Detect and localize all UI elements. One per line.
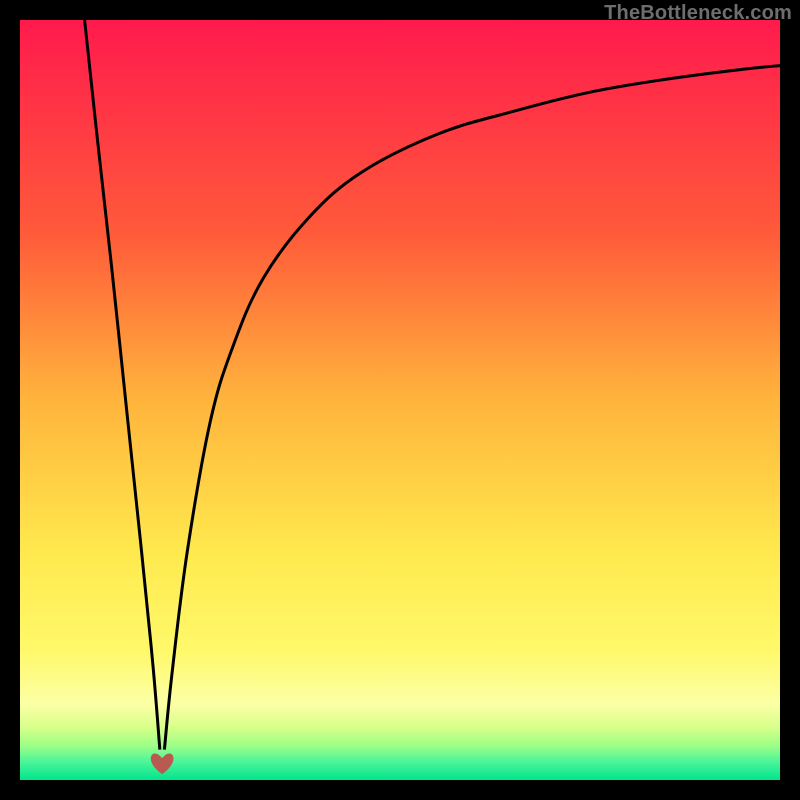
chart-canvas xyxy=(20,20,780,780)
watermark-text: TheBottleneck.com xyxy=(604,2,792,25)
plot-area xyxy=(20,20,780,780)
outer-frame: TheBottleneck.com xyxy=(0,0,800,800)
gradient-background xyxy=(20,20,780,780)
